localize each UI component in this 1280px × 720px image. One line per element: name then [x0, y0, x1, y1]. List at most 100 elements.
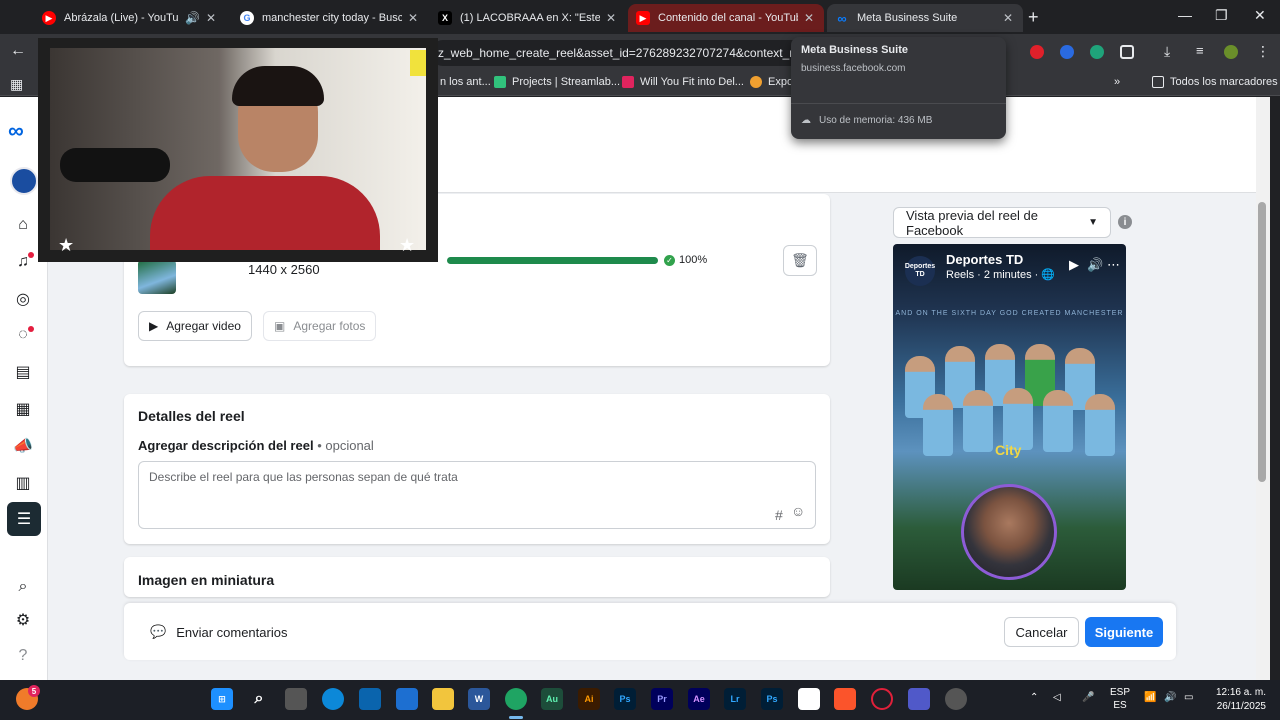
- obs-icon[interactable]: [945, 688, 967, 710]
- scrollbar-thumb[interactable]: [1258, 202, 1266, 482]
- compass-icon[interactable]: ◎: [12, 288, 34, 310]
- bookmark-item[interactable]: Will You Fit into Del...: [622, 76, 744, 88]
- photoshop-icon[interactable]: Ps: [614, 688, 636, 710]
- globe-icon: 🌐: [1041, 269, 1056, 281]
- tray-audio-icon[interactable]: ◁: [1053, 692, 1061, 703]
- extension-red-icon[interactable]: [1030, 45, 1044, 59]
- planner-icon[interactable]: ▦: [12, 398, 34, 420]
- close-icon[interactable]: ✕: [206, 11, 216, 25]
- volume-icon[interactable]: 🔊: [1087, 257, 1103, 273]
- more-bookmarks-icon[interactable]: »: [1114, 76, 1120, 88]
- close-window-button[interactable]: ✕: [1254, 7, 1266, 24]
- profile-avatar[interactable]: [1224, 45, 1238, 59]
- audition-icon[interactable]: Au: [541, 688, 563, 710]
- tab-youtube-music[interactable]: ▶ Abrázala (Live) - YouTube Music 🔊 ✕: [34, 4, 226, 32]
- preview-selector[interactable]: Vista previa del reel de Facebook ▼: [893, 207, 1111, 238]
- gear-icon[interactable]: ⚙: [12, 609, 34, 631]
- back-button[interactable]: ←: [10, 42, 26, 60]
- content-icon[interactable]: ▤: [12, 361, 34, 383]
- help-icon[interactable]: ?: [12, 645, 34, 667]
- apps-icon[interactable]: ▦: [10, 76, 23, 93]
- file-explorer-icon[interactable]: [432, 688, 454, 710]
- preview-selector-label: Vista previa del reel de Facebook: [906, 207, 1039, 238]
- cancel-button[interactable]: Cancelar: [1004, 617, 1079, 647]
- emoji-icon[interactable]: ☺: [791, 503, 805, 519]
- add-video-button[interactable]: ▶ Agregar video: [138, 311, 252, 341]
- next-button[interactable]: Siguiente: [1085, 617, 1163, 647]
- tray-expand-icon[interactable]: ⌃: [1030, 692, 1038, 703]
- all-bookmarks[interactable]: Todos los marcadores: [1152, 76, 1278, 88]
- photoshop-alt-icon[interactable]: Ps: [761, 688, 783, 710]
- more-icon[interactable]: ⋯: [1107, 257, 1120, 273]
- webcam-video: [50, 48, 426, 250]
- tab-youtube-studio[interactable]: ▶ Contenido del canal - YouTube Studio ✕: [628, 4, 824, 32]
- extension-blue-icon[interactable]: [1060, 45, 1074, 59]
- add-photos-button[interactable]: ▣ Agregar fotos: [263, 311, 377, 341]
- feedback-label: Enviar comentarios: [176, 624, 288, 640]
- play-icon[interactable]: ▶: [1069, 257, 1079, 273]
- hashtag-icon[interactable]: #: [775, 507, 783, 523]
- info-icon[interactable]: i: [1118, 215, 1132, 229]
- task-view-icon[interactable]: [285, 688, 307, 710]
- bookmark-item[interactable]: Projects | Streamlab...: [494, 76, 620, 88]
- wifi-icon[interactable]: 📶: [1144, 692, 1156, 703]
- search-icon[interactable]: ⌕: [12, 576, 34, 598]
- brave-icon[interactable]: [834, 688, 856, 710]
- capcut-icon[interactable]: [798, 688, 820, 710]
- avatar[interactable]: [10, 167, 38, 195]
- creator-camera-bubble: [961, 484, 1057, 580]
- premiere-icon[interactable]: Pr: [651, 688, 673, 710]
- ads-icon[interactable]: 📣: [12, 435, 34, 457]
- teams-icon[interactable]: [908, 688, 930, 710]
- chrome-icon[interactable]: [505, 688, 527, 710]
- edge-icon[interactable]: [322, 688, 344, 710]
- tab-google-search[interactable]: G manchester city today - Buscar con Goo…: [232, 4, 428, 32]
- webcam-person-shirt: [150, 176, 380, 250]
- feedback-link[interactable]: 💬 Enviar comentarios: [150, 624, 287, 640]
- media-control-icon[interactable]: ≡: [1196, 43, 1210, 58]
- home-icon[interactable]: ⌂: [12, 214, 34, 236]
- tab-x[interactable]: X (1) LACOBRAAA en X: "Este partido" ✕: [430, 4, 626, 32]
- upload-progress-bar: [447, 257, 658, 264]
- download-icon[interactable]: ⤓: [1164, 43, 1178, 59]
- illustrator-icon[interactable]: Ai: [578, 688, 600, 710]
- tab-label: Contenido del canal - YouTube Studio: [658, 12, 798, 24]
- thumbnail-title: Imagen en miniatura: [138, 572, 275, 588]
- all-tools-icon[interactable]: ☰: [7, 502, 41, 536]
- tab-meta-business-suite[interactable]: ∞ Meta Business Suite ✕: [827, 4, 1023, 32]
- outlook-icon[interactable]: [359, 688, 381, 710]
- lightroom-icon[interactable]: Lr: [724, 688, 746, 710]
- minimize-button[interactable]: —: [1178, 7, 1192, 23]
- close-icon[interactable]: ✕: [804, 11, 814, 25]
- close-icon[interactable]: ✕: [1003, 11, 1013, 25]
- star-icon: ★: [58, 235, 75, 255]
- speaker-icon[interactable]: 🔊: [185, 11, 200, 25]
- system-clock[interactable]: 12:16 a. m. 26/11/2025: [1206, 686, 1266, 714]
- new-tab-button[interactable]: +: [1028, 7, 1039, 28]
- language-indicator[interactable]: ESP ES: [1110, 686, 1130, 712]
- maximize-button[interactable]: ❐: [1215, 7, 1228, 24]
- bookmark-item[interactable]: Expo: [750, 76, 793, 88]
- menu-icon[interactable]: ⋮: [1256, 43, 1270, 59]
- word-icon[interactable]: W: [468, 688, 490, 710]
- search-icon[interactable]: ⌕: [248, 688, 270, 710]
- description-input[interactable]: Describe el reel para que las personas s…: [138, 461, 816, 529]
- description-label-text: Agregar descripción del reel: [138, 438, 314, 453]
- extensions-icon[interactable]: [1120, 45, 1134, 59]
- close-icon[interactable]: ✕: [606, 11, 616, 25]
- meta-logo-icon[interactable]: ∞: [8, 118, 24, 144]
- extension-green-icon[interactable]: [1090, 45, 1104, 59]
- volume-icon[interactable]: 🔊: [1164, 692, 1176, 703]
- microphone-icon[interactable]: 🎤: [1082, 692, 1094, 703]
- tooltip-divider: [791, 103, 1006, 104]
- optional-label: • opcional: [317, 438, 374, 453]
- close-icon[interactable]: ✕: [408, 11, 418, 25]
- bookmark-item[interactable]: n los ant...: [440, 76, 491, 88]
- after-effects-icon[interactable]: Ae: [688, 688, 710, 710]
- insights-icon[interactable]: ▥: [12, 472, 34, 494]
- store-icon[interactable]: [396, 688, 418, 710]
- opera-icon[interactable]: [871, 688, 893, 710]
- delete-button[interactable]: 🗑: [783, 245, 817, 276]
- battery-icon[interactable]: ▭: [1184, 692, 1193, 703]
- windows-start-icon[interactable]: ⊞: [211, 688, 233, 710]
